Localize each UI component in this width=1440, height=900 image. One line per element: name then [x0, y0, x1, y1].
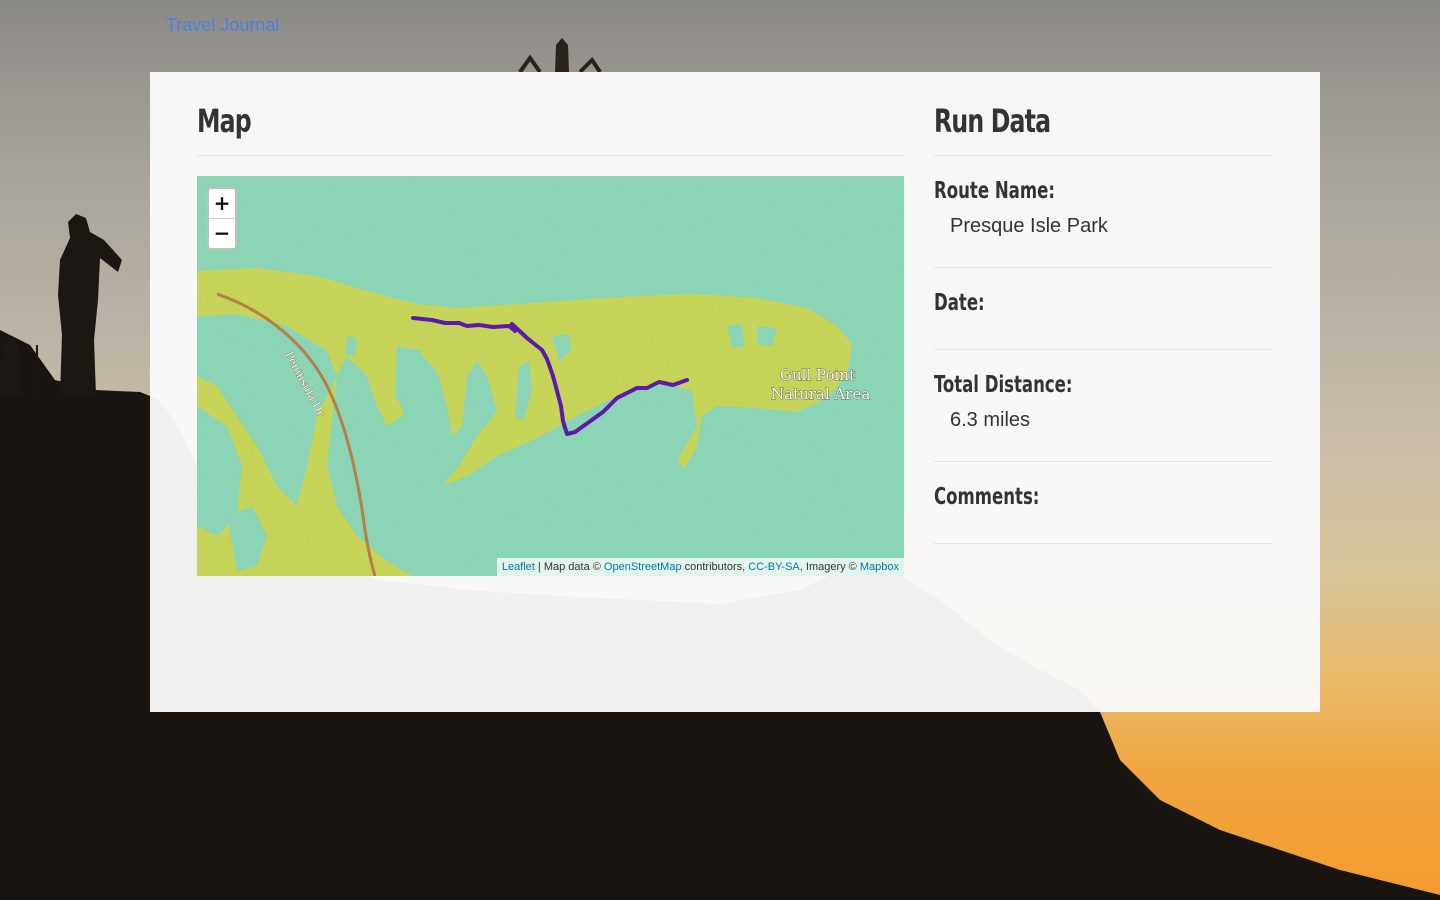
- area-label-line1: Gull Point: [780, 366, 855, 384]
- route-name-value: Presque Isle Park: [950, 215, 1108, 237]
- map-title: Map: [197, 102, 252, 140]
- osm-link[interactable]: OpenStreetMap: [604, 561, 682, 573]
- date-field: Date:: [934, 268, 1272, 350]
- map-attribution: Leaflet | Map data © OpenStreetMap contr…: [496, 558, 904, 576]
- route-name-field: Route Name: Presque Isle Park: [934, 156, 1272, 268]
- comments-field: Comments:: [934, 462, 1272, 544]
- map-view[interactable]: Peninsula Dr Gull Point Natural Area + −…: [197, 176, 904, 576]
- area-label-line2: Natural Area: [771, 385, 870, 403]
- brand-link[interactable]: Travel Journal: [166, 15, 279, 36]
- route-name-label: Route Name:: [934, 178, 1055, 204]
- total-distance-value: 6.3 miles: [950, 409, 1031, 431]
- map-divider: [197, 155, 904, 156]
- attribution-text: | Map data ©: [534, 561, 604, 573]
- zoom-control: + −: [207, 187, 237, 250]
- total-distance-field: Total Distance: 6.3 miles: [934, 350, 1272, 462]
- leaflet-link[interactable]: Leaflet: [502, 561, 535, 573]
- total-distance-label: Total Distance:: [934, 372, 1073, 398]
- attribution-text: , Imagery ©: [799, 561, 860, 573]
- comments-label: Comments:: [934, 484, 1040, 510]
- run-data-section: Run Data Route Name: Presque Isle Park D…: [934, 100, 1272, 544]
- attribution-text: contributors,: [681, 561, 749, 573]
- zoom-out-button[interactable]: −: [209, 218, 235, 248]
- map-tiles[interactable]: Peninsula Dr Gull Point Natural Area: [197, 176, 904, 576]
- map-section: Map Peninsula Dr Gull Point Natural Area…: [197, 100, 904, 576]
- run-data-title: Run Data: [934, 102, 1051, 140]
- date-label: Date:: [934, 290, 985, 316]
- license-link[interactable]: CC-BY-SA: [748, 561, 800, 573]
- mapbox-link[interactable]: Mapbox: [860, 561, 899, 573]
- zoom-in-button[interactable]: +: [209, 189, 235, 218]
- content-panel: Map Peninsula Dr Gull Point Natural Area…: [150, 72, 1320, 712]
